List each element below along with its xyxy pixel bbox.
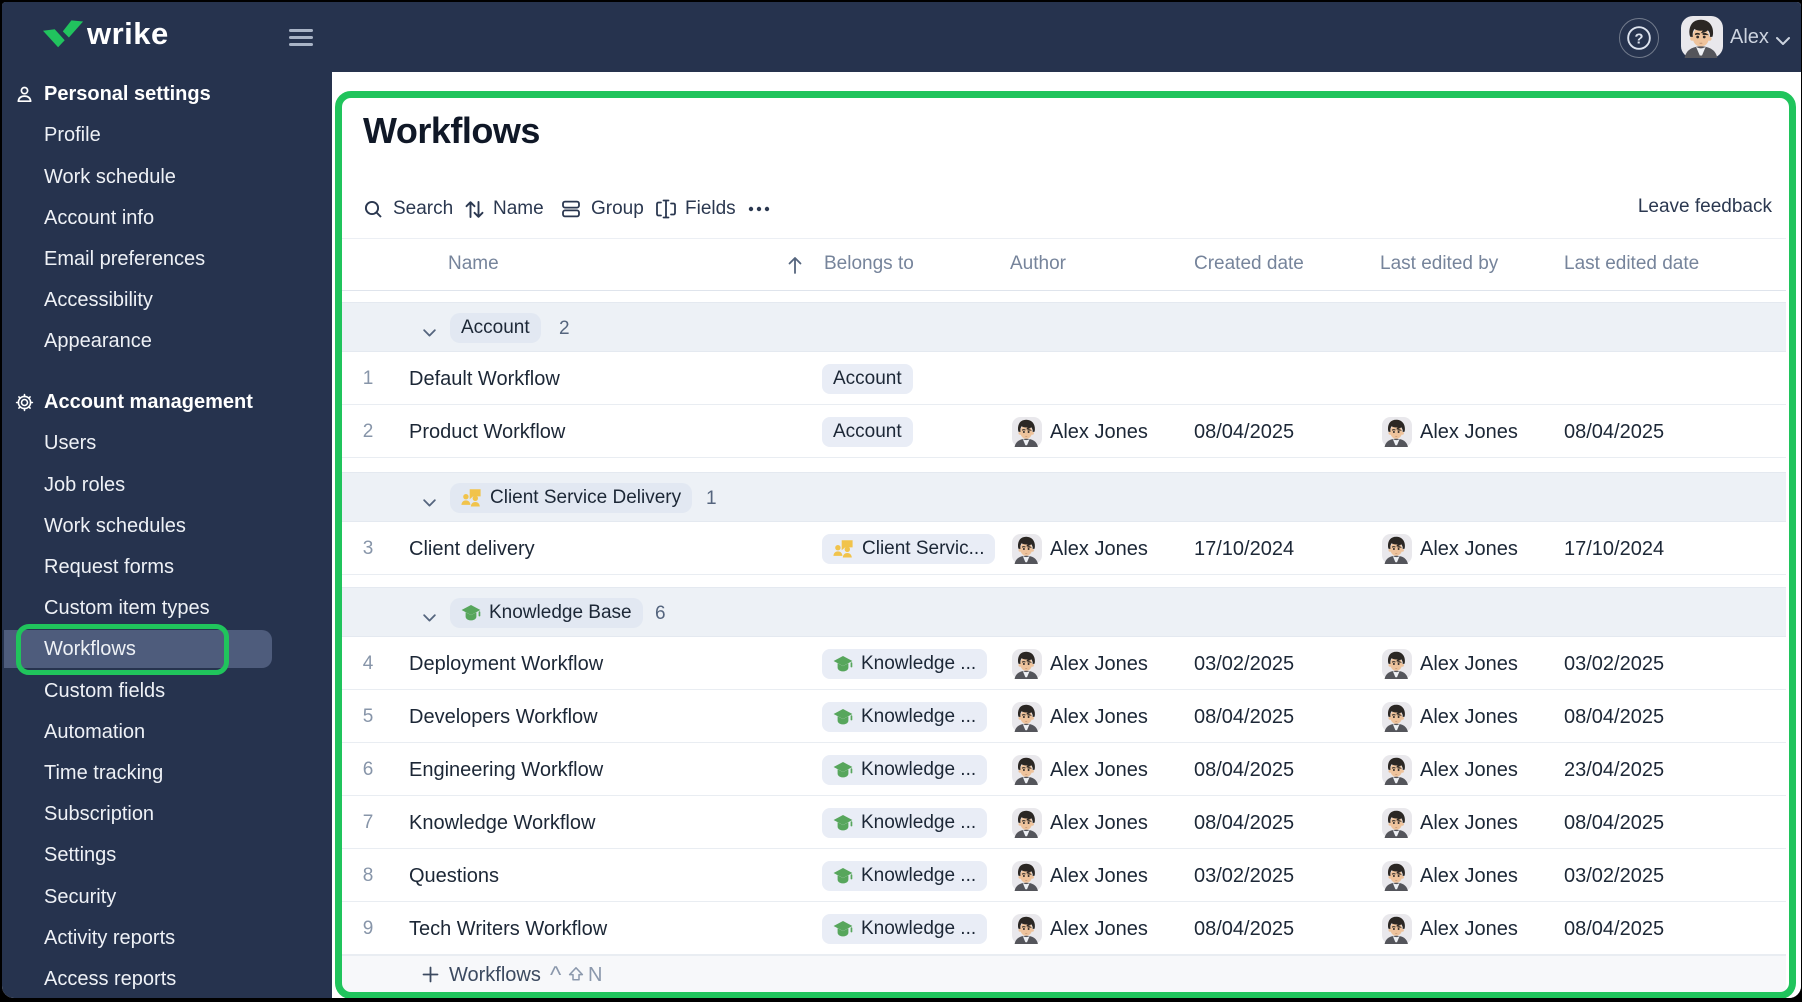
svg-text:?: ? [1635,32,1644,48]
